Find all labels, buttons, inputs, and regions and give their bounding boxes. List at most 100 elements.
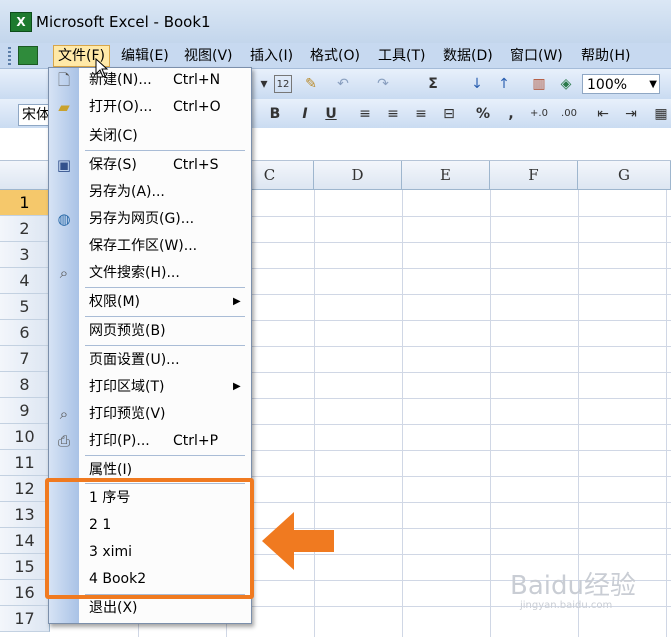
menu-item-file-search[interactable]: 文件搜索(H)... [89,261,180,285]
autosum-icon[interactable]: Σ [424,75,442,93]
menu-item-print[interactable]: 打印(P)... [89,429,150,453]
menu-separator [85,316,245,317]
select-all-corner[interactable] [0,161,50,190]
window-title: Microsoft Excel - Book1 [36,13,211,31]
percent-style-button[interactable]: % [474,105,492,123]
new-file-icon: 🗋 [57,71,71,89]
row-header[interactable]: 7 [0,346,50,372]
shortcut-label: Ctrl+S [173,157,219,173]
row-header[interactable]: 3 [0,242,50,268]
row-header[interactable]: 15 [0,554,50,580]
row-header[interactable]: 4 [0,268,50,294]
menu-view[interactable]: 视图(V) [180,46,237,66]
sort-descending-icon[interactable]: ↑ [495,75,513,93]
shortcut-label: Ctrl+P [173,433,219,449]
menu-edit[interactable]: 编辑(E) [117,46,173,66]
menu-item-page-setup[interactable]: 页面设置(U)... [89,348,180,372]
menu-separator [85,287,245,288]
shortcut-label: Ctrl+O [173,99,221,115]
column-header[interactable]: G [578,161,671,190]
row-header[interactable]: 14 [0,528,50,554]
row-header[interactable]: 13 [0,502,50,528]
watermark-url: jingyan.baidu.com [520,600,613,611]
menu-item-save-as-web[interactable]: 另存为网页(G)... [89,207,194,231]
print-icon: ⎙ [57,432,70,450]
bold-button[interactable]: B [266,105,284,123]
sort-ascending-icon[interactable]: ↓ [468,75,486,93]
menu-item-exit[interactable]: 退出(X) [89,596,138,620]
column-header[interactable]: F [490,161,578,190]
menu-insert[interactable]: 插入(I) [246,46,297,66]
row-header[interactable]: 10 [0,424,50,450]
decrease-indent-icon[interactable]: ⇤ [594,105,612,123]
row-header[interactable]: 12 [0,476,50,502]
menu-item-web-preview[interactable]: 网页预览(B) [89,319,166,343]
dropdown-arrow-icon[interactable]: ▾ [255,75,273,93]
menu-item-save-as[interactable]: 另存为(A)... [89,180,165,204]
menu-item-print-area[interactable]: 打印区域(T) [89,375,164,399]
menu-item-save-workspace[interactable]: 保存工作区(W)... [89,234,197,258]
zoom-select[interactable]: 100% ▼ [582,74,660,94]
menu-data[interactable]: 数据(D) [439,46,497,66]
row-header[interactable]: 2 [0,216,50,242]
title-bar: X Microsoft Excel - Book1 [0,0,671,43]
grid-line [666,190,667,637]
menu-item-permission[interactable]: 权限(M) [89,290,140,314]
calendar-icon[interactable]: 12 [274,75,292,93]
undo-icon[interactable]: ↶ [334,75,352,93]
web-page-icon: ◍ [57,210,71,228]
menu-format[interactable]: 格式(O) [306,46,364,66]
menu-tools[interactable]: 工具(T) [374,46,429,66]
decrease-decimal-button[interactable]: .00 [560,105,578,123]
menu-grip-icon[interactable] [8,47,11,65]
borders-icon[interactable]: ▦ [652,105,670,123]
drawing-icon[interactable]: ◈ [557,75,575,93]
chevron-down-icon: ▼ [649,79,657,90]
open-folder-icon: ▰ [58,98,70,116]
align-left-icon[interactable]: ≡ [356,105,374,123]
column-header[interactable]: D [314,161,402,190]
row-header[interactable]: 5 [0,294,50,320]
grid-line [402,190,403,637]
submenu-arrow-icon: ▶ [233,381,241,392]
menu-help[interactable]: 帮助(H) [577,46,634,66]
row-header[interactable]: 8 [0,372,50,398]
menu-item-save[interactable]: 保存(S) [89,153,137,177]
menu-window[interactable]: 窗口(W) [506,46,567,66]
menu-item-open[interactable]: 打开(O)... [89,95,152,119]
underline-button[interactable]: U [322,105,340,123]
shortcut-label: Ctrl+N [173,72,221,88]
row-header-selected[interactable]: 1 [0,190,50,216]
menu-separator [85,150,245,151]
row-header[interactable]: 6 [0,320,50,346]
comma-style-button[interactable]: , [502,105,520,123]
row-header[interactable]: 9 [0,398,50,424]
pointer-arrow-icon [262,512,334,570]
menu-separator [85,455,245,456]
merge-center-icon[interactable]: ⊟ [440,105,458,123]
redo-icon[interactable]: ↷ [374,75,392,93]
sheet-control-icon[interactable] [18,46,38,65]
row-header[interactable]: 11 [0,450,50,476]
align-center-icon[interactable]: ≡ [384,105,402,123]
excel-app-icon: X [10,12,32,32]
mouse-cursor-icon [95,58,109,78]
save-icon: ▣ [56,156,72,174]
menu-item-close[interactable]: 关闭(C) [89,124,138,148]
menu-item-print-preview[interactable]: 打印预览(V) [89,402,166,426]
column-header[interactable]: E [402,161,490,190]
align-right-icon[interactable]: ≡ [412,105,430,123]
watermark-logo: Baidu经验 [510,571,636,601]
chart-wizard-icon[interactable]: ▥ [530,75,548,93]
row-header[interactable]: 17 [0,606,50,632]
file-search-icon: ⌕ [59,264,69,282]
row-header[interactable]: 16 [0,580,50,606]
grid-line [490,190,491,637]
menu-separator [85,345,245,346]
format-painter-icon[interactable]: ✎ [302,75,320,93]
increase-decimal-button[interactable]: +.0 [530,105,548,123]
recent-files-highlight [45,478,254,599]
italic-button[interactable]: I [296,105,314,123]
increase-indent-icon[interactable]: ⇥ [622,105,640,123]
zoom-value: 100% [587,77,628,93]
